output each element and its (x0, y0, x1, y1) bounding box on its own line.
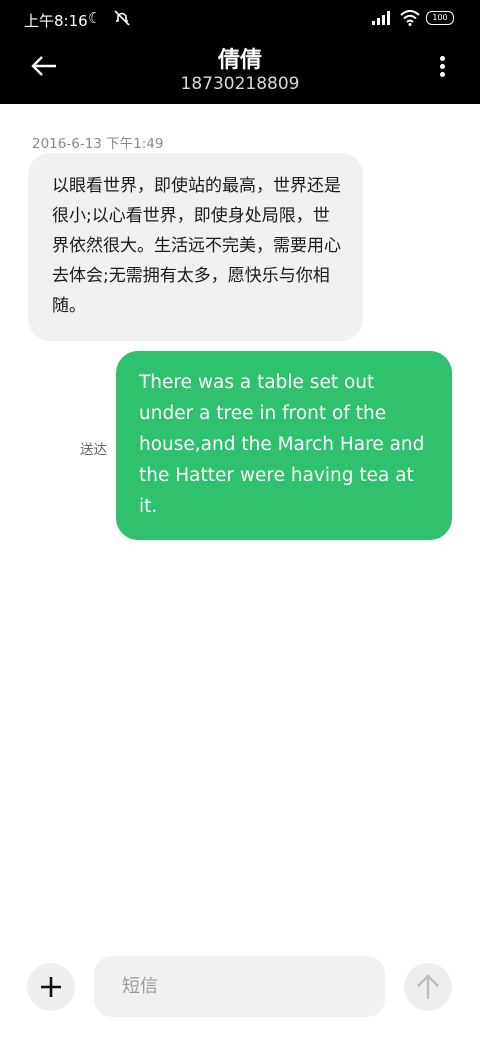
incoming-message-text: 以眼看世界，即使站的最高，世界还是很小;以心看世界，即使身处局限，世界依然很大。… (52, 176, 341, 316)
plus-icon (41, 977, 61, 997)
send-button[interactable] (404, 963, 452, 1011)
outgoing-message-bubble[interactable]: There was a table set out under a tree i… (116, 351, 452, 540)
more-dot (439, 72, 445, 77)
delivery-status: 送达 (80, 442, 107, 458)
wifi-icon (400, 10, 420, 26)
mute-icon (112, 9, 132, 31)
contact-phone-number: 18730218809 (180, 74, 300, 94)
signal-icon (372, 11, 390, 25)
arrow-up-icon (417, 974, 439, 999)
more-dot (439, 64, 445, 69)
top-bar: 上午8:16 ☾ 100 倩倩 18730218809 (0, 0, 480, 104)
status-icons: 100 (372, 10, 454, 26)
outgoing-message-text: There was a table set out under a tree i… (139, 372, 425, 517)
battery-icon: 100 (426, 11, 454, 25)
battery-level: 100 (432, 13, 448, 22)
do-not-disturb-icon: ☾ (88, 9, 102, 27)
message-input[interactable] (94, 956, 385, 1017)
contact-name: 倩倩 (217, 48, 262, 73)
message-timestamp: 2016-6-13 下午1:49 (32, 136, 164, 152)
add-attachment-button[interactable] (27, 963, 75, 1011)
more-vertical-icon (439, 56, 445, 61)
status-time: 上午8:16 (24, 12, 88, 30)
incoming-message-bubble[interactable]: 以眼看世界，即使站的最高，世界还是很小;以心看世界，即使身处局限，世界依然很大。… (28, 153, 363, 341)
more-options-button[interactable] (436, 56, 448, 80)
